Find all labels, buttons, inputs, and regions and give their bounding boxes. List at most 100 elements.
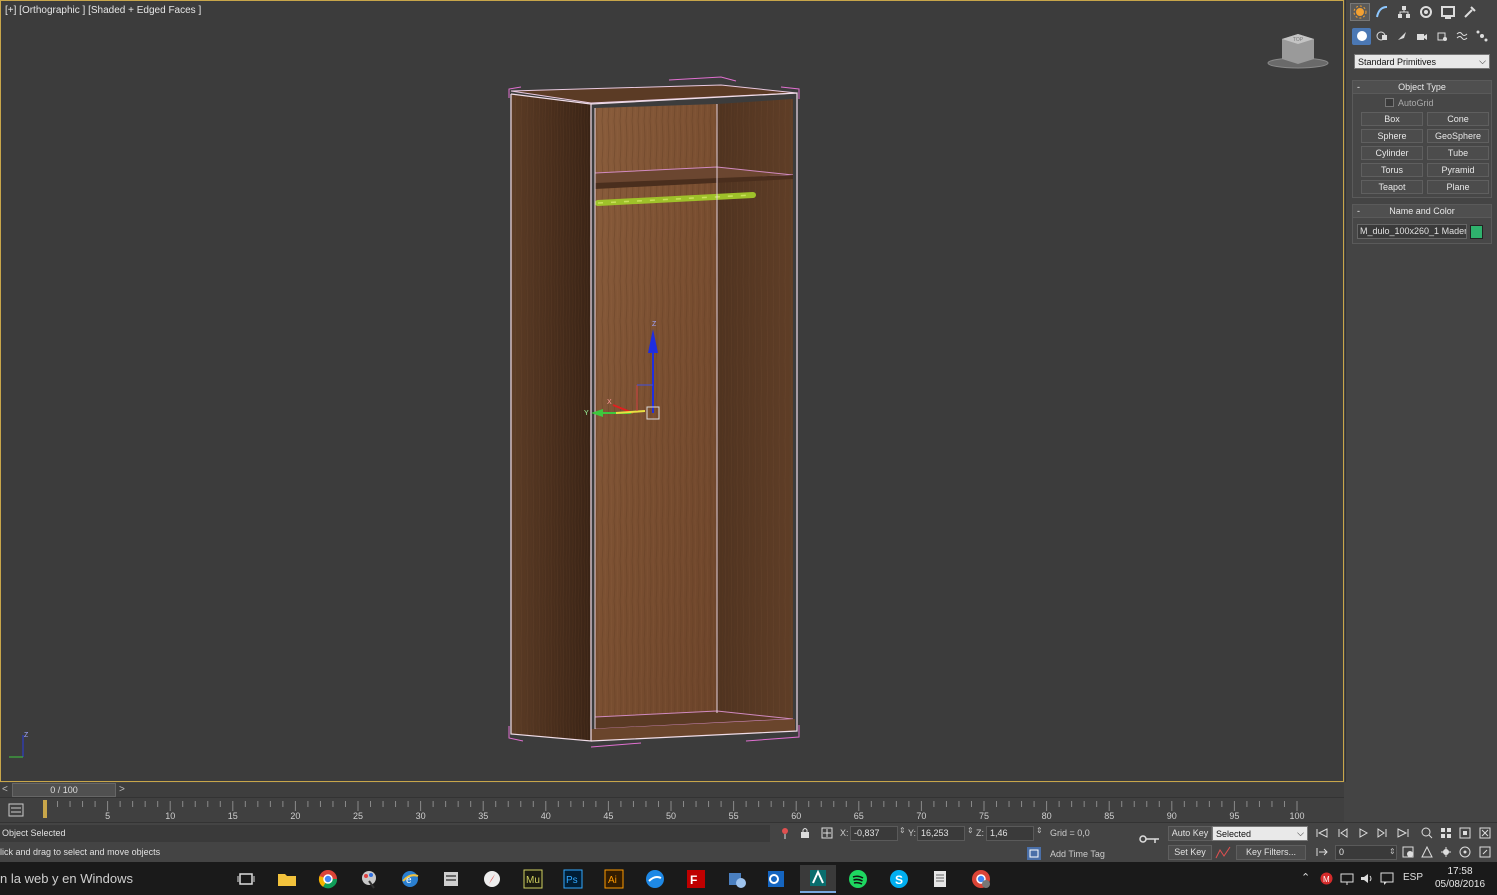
3dsmax-icon[interactable]: [800, 865, 836, 893]
object-name-input[interactable]: M_dulo_100x260_1 Madera: [1357, 224, 1467, 239]
outlook-icon[interactable]: [758, 865, 794, 893]
cameras-icon[interactable]: [1412, 28, 1431, 45]
x-coordinate-field[interactable]: -0,837: [850, 826, 898, 841]
key-icon[interactable]: [1139, 833, 1161, 845]
add-time-tag-button[interactable]: Add Time Tag: [1050, 849, 1105, 859]
zoom-extents-all-icon[interactable]: [1477, 826, 1493, 840]
sphere-button[interactable]: Sphere: [1361, 129, 1423, 143]
current-frame-marker[interactable]: [43, 800, 47, 818]
primitives-category-dropdown[interactable]: Standard Primitives ⌵: [1354, 54, 1490, 69]
utilities-tab-icon[interactable]: [1460, 3, 1480, 21]
curve-editor-icon[interactable]: [8, 803, 24, 817]
key-filters-button[interactable]: Key Filters...: [1236, 845, 1306, 860]
geosphere-button[interactable]: GeoSphere: [1427, 129, 1489, 143]
torus-button[interactable]: Torus: [1361, 163, 1423, 177]
notepad-icon[interactable]: [922, 865, 958, 893]
next-frame-icon[interactable]: [1374, 826, 1390, 840]
object-type-rollout-header[interactable]: - Object Type: [1353, 81, 1491, 94]
shapes-icon[interactable]: [1372, 28, 1391, 45]
clock[interactable]: 17:58 05/08/2016: [1432, 865, 1488, 891]
autogrid-checkbox[interactable]: AutoGrid: [1385, 96, 1491, 109]
zoom-extents-icon[interactable]: [1457, 826, 1473, 840]
go-to-end-icon[interactable]: [1395, 826, 1411, 840]
chevron-up-icon[interactable]: ⌃: [1301, 871, 1310, 884]
key-curve-icon[interactable]: [1215, 846, 1231, 862]
spotify-icon[interactable]: [840, 865, 876, 893]
display-tab-icon[interactable]: [1438, 3, 1458, 21]
y-coordinate-field[interactable]: 16,253: [917, 826, 965, 841]
time-slider[interactable]: < 0 / 100 >: [0, 783, 1344, 797]
filezilla-icon[interactable]: F: [678, 865, 714, 893]
time-slider-thumb[interactable]: 0 / 100: [12, 783, 116, 797]
network-icon[interactable]: [1340, 872, 1354, 888]
time-slider-prev-button[interactable]: <: [2, 784, 8, 795]
isolate-icon[interactable]: [780, 827, 790, 842]
absolute-mode-icon[interactable]: [821, 827, 833, 842]
time-configuration-icon[interactable]: [1400, 845, 1416, 859]
document-icon[interactable]: [433, 865, 469, 893]
zoom-icon[interactable]: [1419, 826, 1435, 840]
pyramid-button[interactable]: Pyramid: [1427, 163, 1489, 177]
compass-icon[interactable]: [474, 865, 510, 893]
field-of-view-icon[interactable]: [1419, 845, 1435, 859]
file-explorer-icon[interactable]: [269, 865, 305, 893]
space-warps-icon[interactable]: [1452, 28, 1471, 45]
network-app-icon[interactable]: [719, 865, 755, 893]
paint-icon[interactable]: [351, 865, 387, 893]
lock-icon[interactable]: [800, 827, 810, 842]
chrome-icon[interactable]: [310, 865, 346, 893]
key-mode-dropdown[interactable]: Selected ⌵: [1212, 826, 1308, 841]
photoshop-icon[interactable]: Ps: [555, 865, 591, 893]
tube-button[interactable]: Tube: [1427, 146, 1489, 160]
scene-render[interactable]: Z Y X: [1, 1, 1344, 782]
notifications-icon[interactable]: [1380, 872, 1394, 888]
cylinder-button[interactable]: Cylinder: [1361, 146, 1423, 160]
current-frame-field[interactable]: 0: [1335, 845, 1397, 860]
time-tag-icon[interactable]: [1027, 847, 1041, 863]
zoom-all-icon[interactable]: [1438, 826, 1454, 840]
chrome-app-icon[interactable]: [963, 865, 999, 893]
task-view-icon[interactable]: [228, 865, 264, 893]
volume-icon[interactable]: [1360, 872, 1374, 888]
z-coordinate-field[interactable]: 1,46: [986, 826, 1034, 841]
language-indicator[interactable]: ESP: [1403, 872, 1423, 883]
geometry-icon[interactable]: [1352, 27, 1371, 45]
skype-icon[interactable]: S: [881, 865, 917, 893]
muse-icon[interactable]: Mu: [515, 865, 551, 893]
cone-button[interactable]: Cone: [1427, 112, 1489, 126]
trackbar-ruler[interactable]: 5 10 15 20 25 30 35 40 45 50 55 60 65 70 75 80 85 90 95 100: [0, 798, 1344, 823]
box-button[interactable]: Box: [1361, 112, 1423, 126]
frame-spinner-icon[interactable]: ⇕: [1389, 847, 1396, 856]
key-mode-toggle-icon[interactable]: [1314, 845, 1330, 859]
previous-frame-icon[interactable]: [1335, 826, 1351, 840]
viewport-orthographic[interactable]: [+] [Orthographic ] [Shaded + Edged Face…: [0, 0, 1344, 782]
auto-key-button[interactable]: Auto Key: [1168, 826, 1212, 841]
go-to-start-icon[interactable]: [1314, 826, 1330, 840]
viewcube[interactable]: TOP: [1267, 31, 1329, 73]
helpers-icon[interactable]: [1432, 28, 1451, 45]
y-spinner-icon[interactable]: ⇕: [967, 826, 974, 835]
name-color-rollout-header[interactable]: - Name and Color: [1353, 205, 1491, 218]
orbit-icon[interactable]: [1457, 845, 1473, 859]
checkbox-box[interactable]: [1385, 98, 1394, 107]
object-color-swatch[interactable]: [1470, 224, 1483, 239]
create-tab-icon[interactable]: [1350, 3, 1370, 21]
motion-tab-icon[interactable]: [1416, 3, 1436, 21]
hierarchy-tab-icon[interactable]: [1394, 3, 1414, 21]
internet-explorer-icon[interactable]: e: [392, 865, 428, 893]
taskbar-search-box[interactable]: n la web y en Windows: [0, 871, 225, 886]
modify-tab-icon[interactable]: [1372, 3, 1392, 21]
teapot-button[interactable]: Teapot: [1361, 180, 1423, 194]
plane-button[interactable]: Plane: [1427, 180, 1489, 194]
maximize-viewport-icon[interactable]: [1477, 845, 1493, 859]
time-slider-next-button[interactable]: >: [119, 784, 125, 795]
systems-icon[interactable]: [1472, 28, 1491, 45]
trackbar[interactable]: 5 10 15 20 25 30 35 40 45 50 55 60 65 70 75 80 85 90 95 100: [0, 797, 1344, 822]
pan-icon[interactable]: [1438, 845, 1454, 859]
illustrator-icon[interactable]: Ai: [596, 865, 632, 893]
lights-icon[interactable]: [1392, 28, 1411, 45]
play-icon[interactable]: [1355, 826, 1371, 840]
set-key-button[interactable]: Set Key: [1168, 845, 1212, 860]
blue-app-icon[interactable]: [637, 865, 673, 893]
z-spinner-icon[interactable]: ⇕: [1036, 826, 1043, 835]
